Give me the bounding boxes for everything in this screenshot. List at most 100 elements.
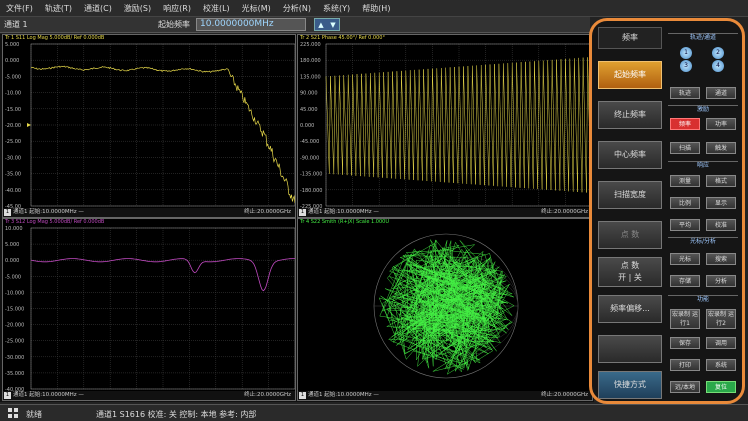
trace1-footer: 1 通道1 起始:10.0000MHz — 终止:20.0000GHz: [3, 208, 295, 217]
channel-box: 1: [4, 209, 11, 216]
display-button[interactable]: 显示: [706, 197, 736, 209]
macro-run1-button[interactable]: 宏录制 运行1: [670, 309, 700, 329]
softkey-title: 频率: [598, 27, 662, 49]
menu-item[interactable]: 轨迹(T): [39, 3, 78, 14]
menu-item[interactable]: 响应(R): [157, 3, 197, 14]
stop-freq-button[interactable]: 终止频率: [598, 101, 662, 129]
windows-grid-icon: [8, 408, 18, 418]
y-tick-label: 90.000: [300, 91, 318, 97]
print-button[interactable]: 打印: [670, 359, 700, 371]
y-tick-label: -5.000: [5, 274, 21, 280]
trace3-header: Tr 3 S12 Log Mag 5.000dB/ Ref 0.000dB: [5, 219, 105, 225]
y-tick-label: -45.000: [300, 139, 319, 145]
ready-status: 就绪: [26, 410, 42, 419]
y-tick-label: -40.00: [5, 188, 21, 194]
analysis-button[interactable]: 分析: [706, 275, 736, 287]
points-button[interactable]: 点 数: [598, 221, 662, 249]
shortcut-button[interactable]: 快捷方式: [598, 371, 662, 399]
trace2-header: Tr 2 S21 Phase 45.00°/ Ref 0.000°: [300, 35, 385, 41]
channel-button[interactable]: 通道: [706, 87, 736, 99]
menu-item[interactable]: 通道(C): [78, 3, 118, 14]
menu-item[interactable]: 激励(S): [118, 3, 157, 14]
trace1-plot[interactable]: 5.000 0.000 -5.000 -10.00 -15.00 -20.00 -25.00…: [3, 42, 296, 208]
preset-button[interactable]: 复位: [706, 381, 736, 393]
cal-button[interactable]: 校准: [706, 219, 736, 231]
trace1-select[interactable]: 1: [680, 47, 692, 59]
menu-item[interactable]: 帮助(H): [356, 3, 396, 14]
menu-item[interactable]: 文件(F): [0, 3, 39, 14]
y-tick-label: -15.00: [5, 107, 21, 113]
vna-window: 文件(F) 轨迹(T) 通道(C) 激励(S) 响应(R) 校准(L) 光标(M) 分析(N)…: [0, 0, 748, 421]
menu-item[interactable]: 校准(L): [197, 3, 236, 14]
save-button[interactable]: 保存: [670, 337, 700, 349]
resp-group-title: 响应: [668, 161, 738, 169]
local-button[interactable]: 远/本地: [670, 381, 700, 393]
trigger-button[interactable]: 触发: [706, 142, 736, 154]
points-toggle-button[interactable]: 点 数 开 | 关: [598, 257, 662, 287]
y-tick-label: -10.00: [5, 91, 21, 97]
y-tick-label: -25.000: [5, 339, 24, 345]
y-tick-label: -30.000: [5, 355, 24, 361]
sweep-button[interactable]: 扫描: [670, 142, 700, 154]
y-tick-label: 5.000: [5, 42, 19, 48]
y-tick-label: -30.00: [5, 155, 21, 161]
start-freq-button[interactable]: 起始频率: [598, 61, 662, 89]
y-tick-label: -15.000: [5, 307, 24, 313]
smith-chart[interactable]: [298, 226, 593, 391]
center-freq-button[interactable]: 中心频率: [598, 141, 662, 169]
y-tick-label: 0.000: [5, 58, 19, 64]
avg-button[interactable]: 平均: [670, 219, 700, 231]
plot-area: Tr 1 S11 Log Mag 5.000dB/ Ref 0.000dB 5.…: [0, 34, 594, 402]
scale-button[interactable]: 比例: [670, 197, 700, 209]
store-button[interactable]: 存储: [670, 275, 700, 287]
trace-button[interactable]: 轨迹: [670, 87, 700, 99]
power-button[interactable]: 功率: [706, 118, 736, 130]
marker-group-title: 光标/分析: [668, 237, 738, 245]
util-group-title: 功能: [668, 295, 738, 303]
recall-button[interactable]: 调用: [706, 337, 736, 349]
system-button[interactable]: 系统: [706, 359, 736, 371]
y-tick-label: 0.000: [300, 123, 314, 129]
y-tick-label: 45.000: [300, 107, 318, 113]
trace3-footer: 1 通道1 起始:10.0000MHz — 终止:20.0000GHz: [3, 391, 295, 400]
trace4-select[interactable]: 4: [712, 60, 724, 72]
y-tick-label: 180.000: [300, 58, 321, 64]
trace4-header: Tr 4 S22 Smith (R+jX) Scale 1.000U: [300, 219, 389, 225]
trace3-select[interactable]: 3: [680, 60, 692, 72]
y-tick-label: -180.000: [300, 188, 322, 194]
trace4-pane[interactable]: Tr 4 S22 Smith (R+jX) Scale 1.000U 1 通道1…: [297, 218, 593, 401]
format-button[interactable]: 格式: [706, 175, 736, 187]
freq-button[interactable]: 频率: [670, 118, 700, 130]
softkey-column: 频率 起始频率 终止频率 中心频率 扫描宽度 点 数 点 数 开 | 关 频率偏…: [596, 25, 666, 399]
toolbar: 通道 1 起始频率 10.0000000MHz ▲ ▼: [0, 17, 590, 33]
y-tick-label: -20.000: [5, 323, 24, 329]
trace2-select[interactable]: 2: [712, 47, 724, 59]
channel-label: 通道 1: [4, 20, 28, 29]
spin-up-icon[interactable]: ▲: [318, 21, 323, 29]
trace1-header: Tr 1 S11 Log Mag 5.000dB/ Ref 0.000dB: [5, 35, 105, 41]
freq-offset-button[interactable]: 频率偏移...: [598, 295, 662, 323]
y-tick-label: -135.000: [300, 172, 322, 178]
trace2-pane[interactable]: Tr 2 S21 Phase 45.00°/ Ref 0.000° 225.00…: [297, 34, 593, 218]
y-tick-label: -90.000: [300, 155, 319, 161]
span-button[interactable]: 扫描宽度: [598, 181, 662, 209]
softkey-panel: 频率 起始频率 终止频率 中心频率 扫描宽度 点 数 点 数 开 | 关 频率偏…: [589, 18, 745, 404]
search-button[interactable]: 搜索: [706, 253, 736, 265]
menu-item[interactable]: 分析(N): [277, 3, 317, 14]
meas-button[interactable]: 测量: [670, 175, 700, 187]
freq-spinner[interactable]: ▲ ▼: [314, 18, 340, 31]
menu-item[interactable]: 系统(Y): [317, 3, 356, 14]
start-freq-input[interactable]: 10.0000000MHz: [196, 18, 306, 31]
trace3-plot[interactable]: 10.000 5.000 0.000 -5.000 -10.000 -15.000 -20.…: [3, 226, 296, 391]
y-tick-label: -25.00: [5, 139, 21, 145]
empty-softkey[interactable]: [598, 335, 662, 363]
trace4-line: [378, 239, 515, 375]
trace1-pane[interactable]: Tr 1 S11 Log Mag 5.000dB/ Ref 0.000dB 5.…: [2, 34, 296, 218]
marker-button[interactable]: 光标: [670, 253, 700, 265]
trace3-pane[interactable]: Tr 3 S12 Log Mag 5.000dB/ Ref 0.000dB 10…: [2, 218, 296, 401]
menu-item[interactable]: 光标(M): [236, 3, 277, 14]
spin-down-icon[interactable]: ▼: [330, 21, 335, 29]
trace2-plot[interactable]: 225.000 180.000 135.000 90.000 45.000 0.000 -4…: [298, 42, 593, 208]
macro-run2-button[interactable]: 宏录制 运行2: [706, 309, 736, 329]
status-bar: 就绪 通道1 S1616 校准: 关 控制: 本地 参考: 内部: [0, 404, 748, 421]
